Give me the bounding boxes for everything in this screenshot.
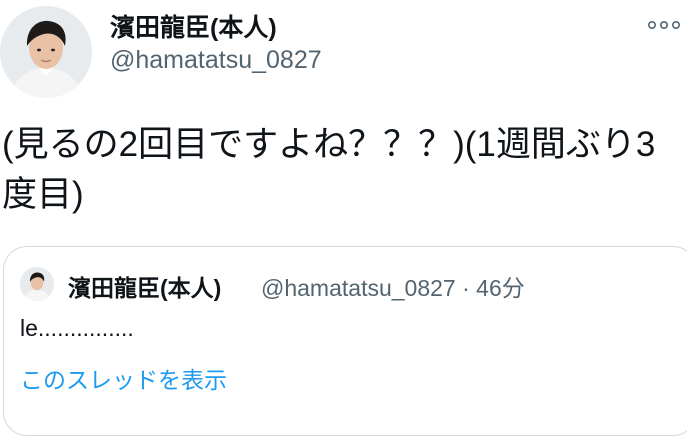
quoted-tweet-time[interactable]: 46分: [476, 275, 525, 301]
more-options-icon[interactable]: [647, 16, 681, 34]
quoted-author-display-name: 濱田龍臣(本人): [68, 275, 222, 301]
quoted-author-handle: @hamatatsu_0827: [261, 275, 456, 301]
meta-separator: ·: [462, 275, 470, 301]
author-handle[interactable]: @hamatatsu_0827: [110, 46, 322, 75]
author-display-name[interactable]: 濱田龍臣(本人): [110, 8, 277, 44]
show-thread-link[interactable]: このスレッドを表示: [20, 361, 227, 395]
quoted-author-avatar[interactable]: [20, 267, 54, 301]
tweet-text: (見るの2回目ですよね？？？)(1週間ぶり3度目): [2, 125, 656, 214]
quoted-tweet-meta: @hamatatsu_0827 · 46分: [261, 269, 525, 303]
quoted-tweet-card[interactable]: 濱田龍臣(本人) @hamatatsu_0827 · 46分 le.......…: [3, 246, 687, 436]
author-avatar[interactable]: [0, 6, 92, 98]
quoted-tweet-text: le...............: [20, 315, 134, 341]
